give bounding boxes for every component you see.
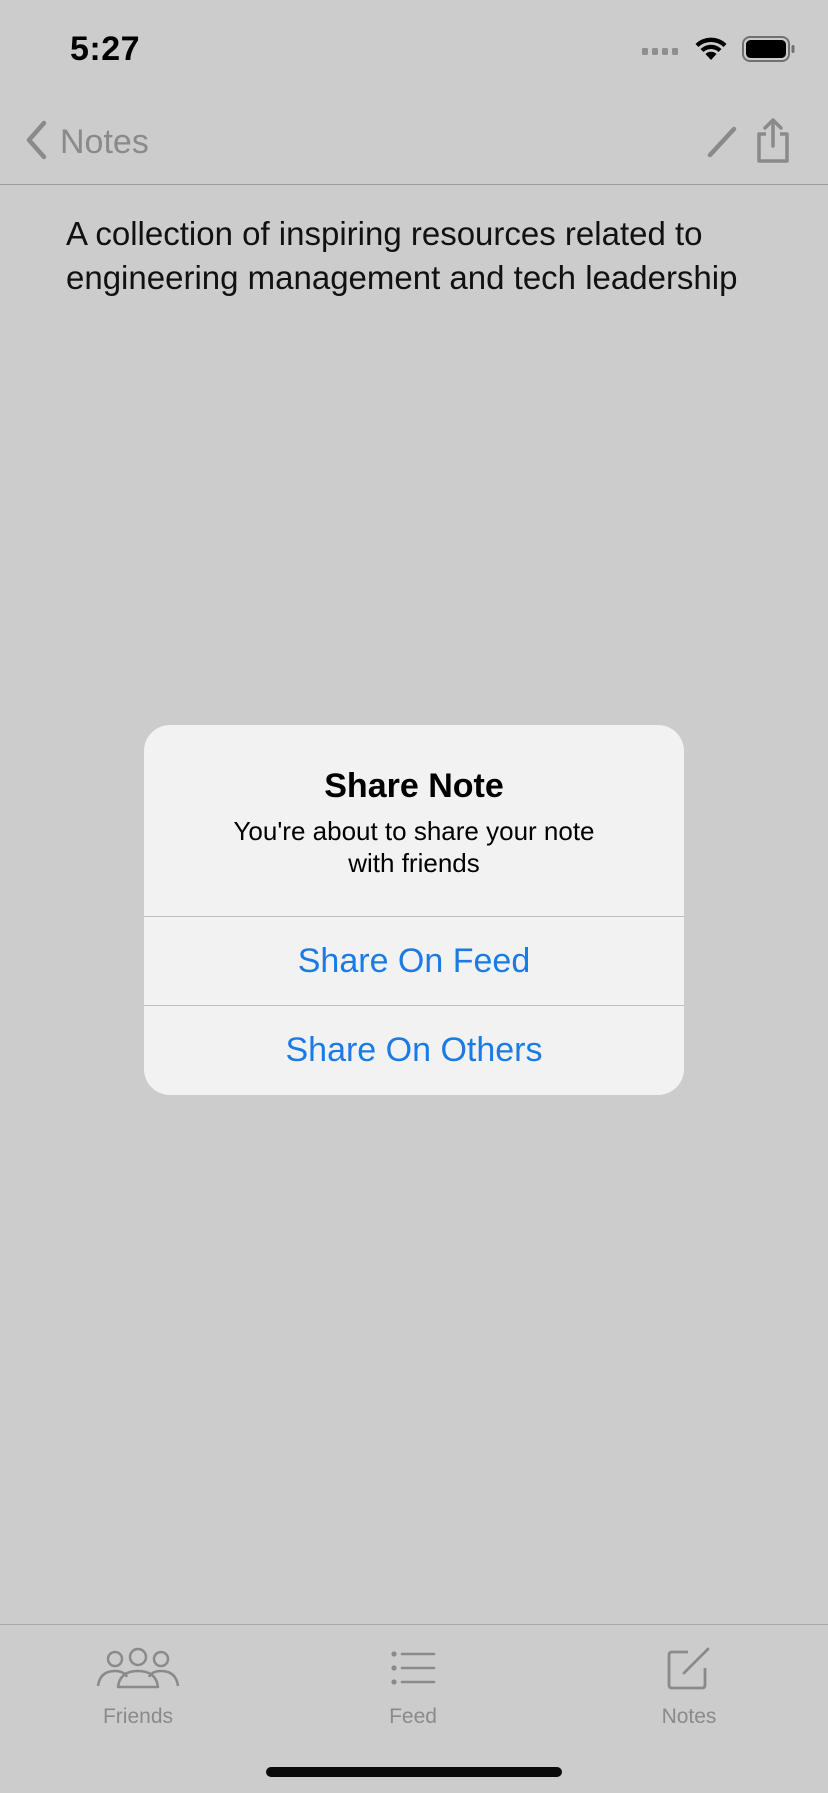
compose-icon (609, 1643, 769, 1693)
alert-header: Share Note You're about to share your no… (144, 725, 684, 916)
list-icon (333, 1643, 493, 1693)
home-indicator (266, 1767, 562, 1777)
back-button[interactable]: Notes (24, 120, 149, 164)
tab-notes-label: Notes (661, 1705, 717, 1728)
back-button-label: Notes (60, 122, 149, 161)
nav-actions (706, 118, 790, 169)
tab-friends[interactable]: Friends (58, 1643, 218, 1729)
status-bar: 5:27 (0, 0, 828, 100)
status-time: 5:27 (70, 30, 141, 68)
pencil-icon[interactable] (706, 123, 738, 164)
navigation-bar: Notes (0, 100, 828, 185)
signal-icon (642, 42, 680, 61)
alert-title: Share Note (324, 767, 504, 805)
tab-feed[interactable]: Feed (333, 1643, 493, 1729)
tab-notes[interactable]: Notes (609, 1643, 769, 1729)
note-text: A collection of inspiring resources rela… (66, 215, 738, 296)
chevron-left-icon (24, 120, 48, 165)
share-note-alert: Share Note You're about to share your no… (144, 725, 684, 1095)
share-on-feed-button[interactable]: Share On Feed (144, 916, 684, 1005)
share-on-others-button[interactable]: Share On Others (144, 1005, 684, 1094)
friends-icon (58, 1643, 218, 1693)
tab-friends-label: Friends (102, 1705, 174, 1728)
share-icon[interactable] (756, 118, 790, 169)
status-icons (642, 36, 796, 67)
alert-message: You're about to share your note with fri… (233, 816, 595, 878)
wifi-icon (694, 36, 728, 67)
battery-icon (742, 36, 796, 67)
tab-feed-label: Feed (389, 1705, 437, 1728)
